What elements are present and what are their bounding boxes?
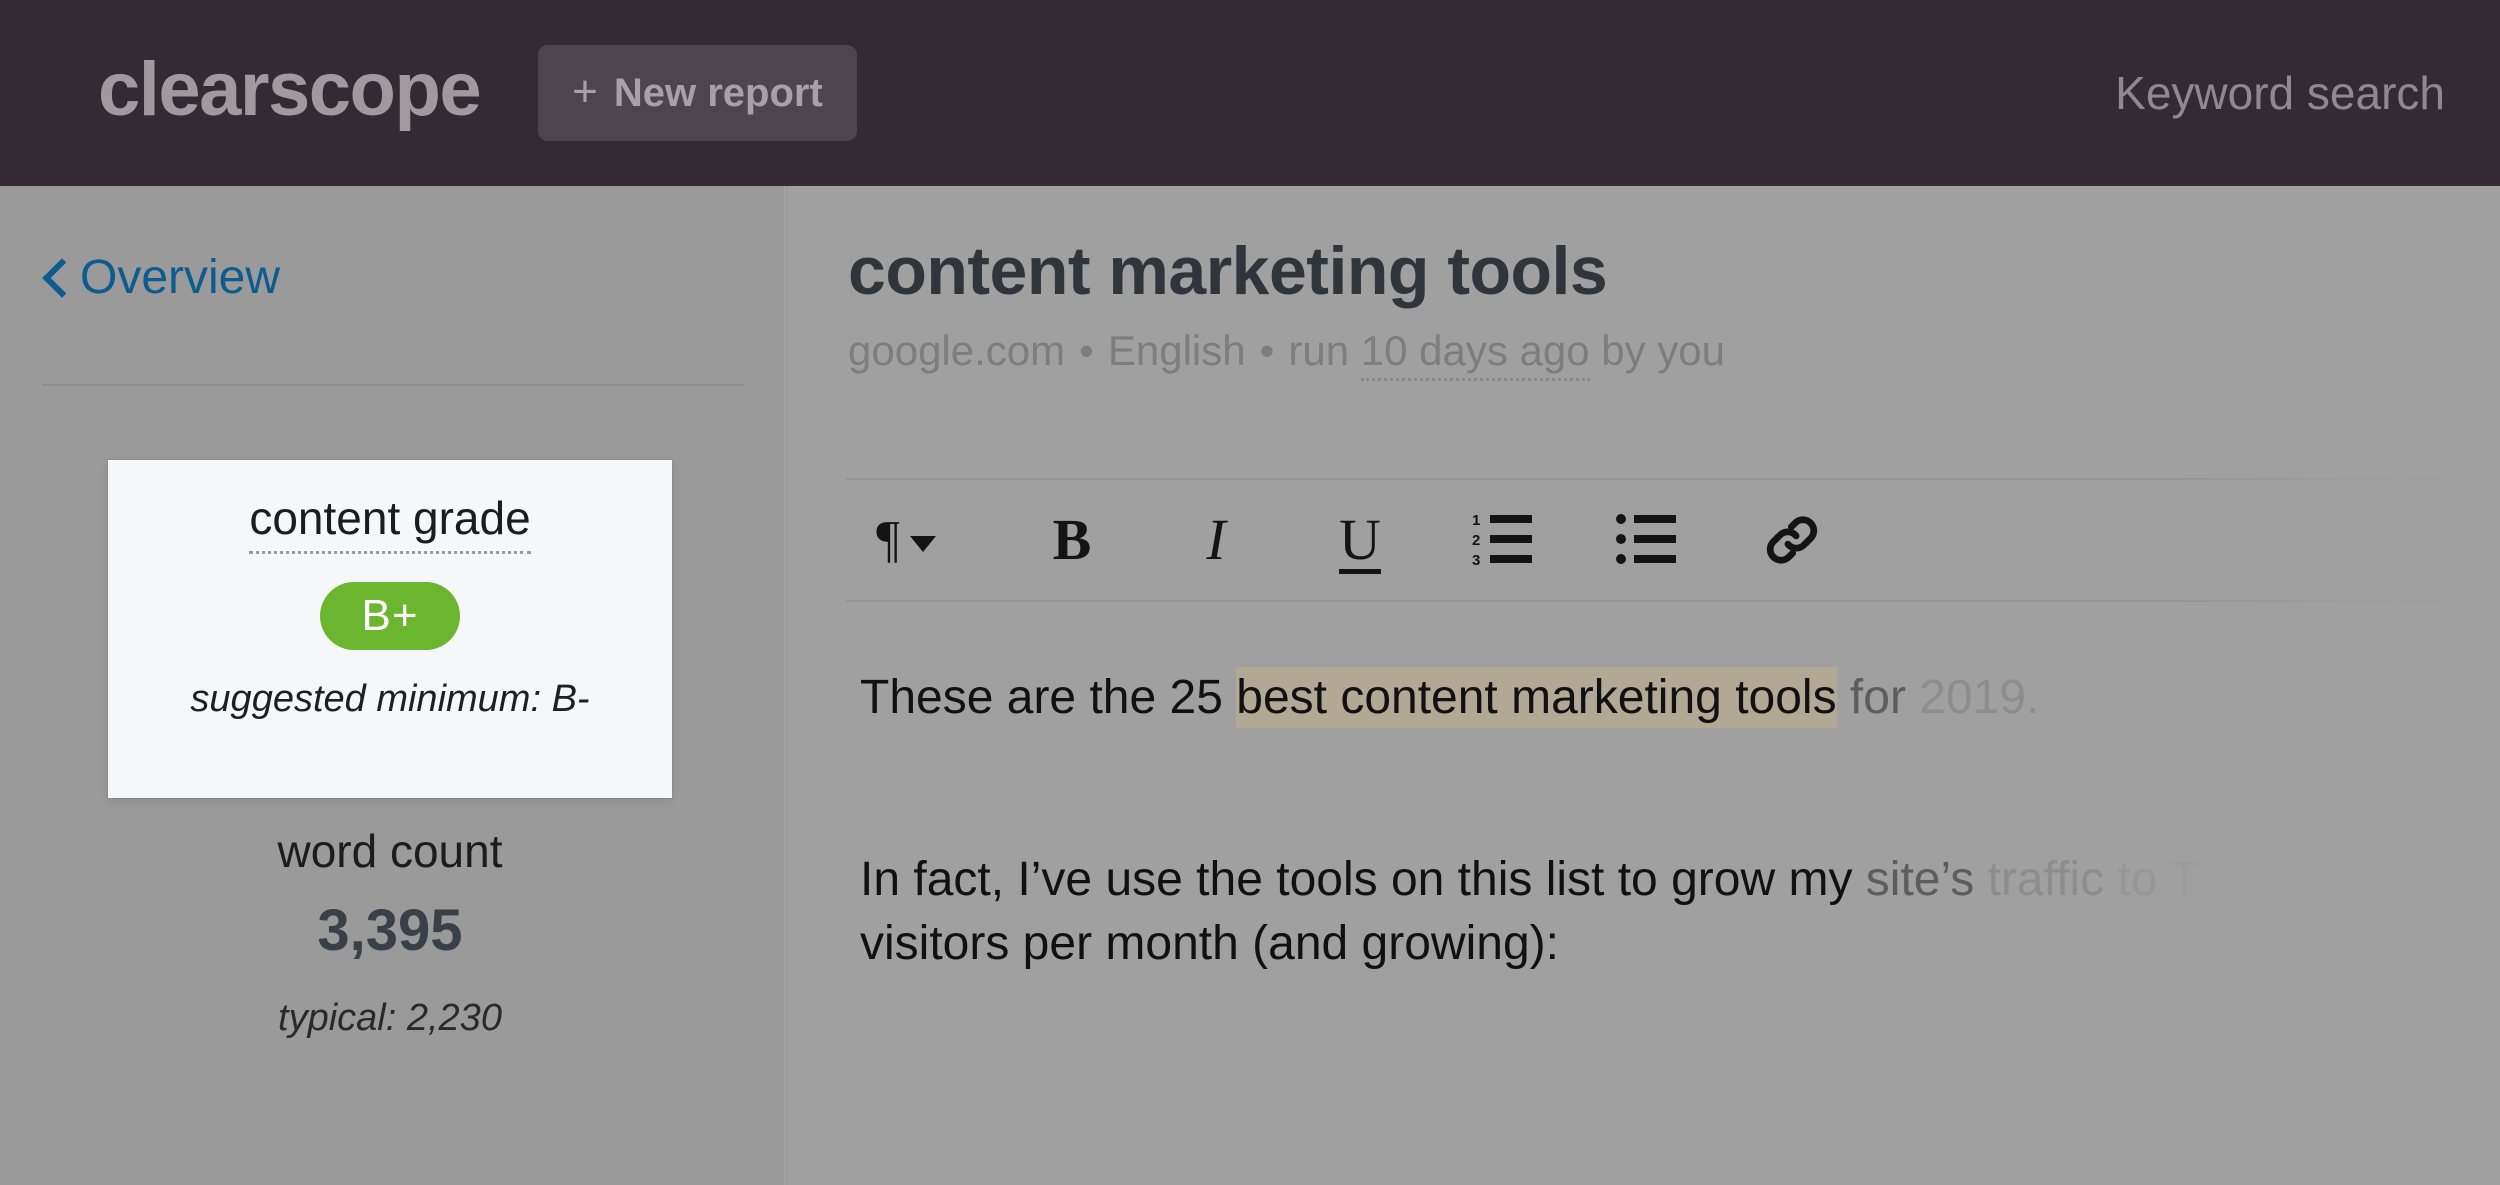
meta-separator-1: •	[1079, 326, 1094, 374]
paragraph-style-button[interactable]: ¶	[846, 494, 966, 586]
new-report-label: New report	[613, 71, 823, 115]
paragraph-2-c: traffic	[1987, 852, 2118, 906]
new-report-button[interactable]: + New report	[538, 45, 857, 141]
clearscope-logo[interactable]: clearscope	[98, 52, 482, 128]
word-count-block: word count 3,395 typical: 2,230	[108, 826, 672, 1040]
paragraph-2-a: In fact, I’ve use the tools on this list…	[860, 852, 1866, 906]
sidebar-divider	[42, 384, 744, 386]
meta-run-suffix: by you	[1601, 326, 1725, 374]
paragraph-2-e: T	[2169, 852, 2200, 906]
app-root: clearscope + New report Keyword search O…	[0, 0, 2500, 1185]
paragraph-1[interactable]: These are the 25 best content marketing …	[860, 666, 2500, 730]
svg-text:1: 1	[1472, 512, 1480, 529]
meta-separator-2: •	[1259, 326, 1275, 374]
italic-button[interactable]: I	[1170, 494, 1262, 586]
underline-button[interactable]: U	[1314, 494, 1406, 586]
toolbar-divider	[846, 600, 2444, 602]
page-title: content marketing tools	[848, 233, 1608, 309]
paragraph-1-after-b: 2019.	[1919, 671, 2040, 724]
plus-icon: +	[572, 66, 598, 116]
paragraph-2[interactable]: In fact, I’ve use the tools on this list…	[860, 848, 2420, 976]
bold-button[interactable]: B	[1026, 494, 1118, 586]
top-navigation-bar: clearscope + New report Keyword search	[0, 0, 2500, 186]
body-area: Overview content grade B+ suggested mini…	[0, 186, 2500, 1185]
header-divider	[846, 478, 2444, 480]
paragraph-mark-icon: ¶	[876, 511, 900, 568]
keyword-highlight: best content marketing tools	[1236, 667, 1837, 728]
back-to-overview-link[interactable]: Overview	[40, 254, 280, 302]
meta-run-age[interactable]: 10 days ago	[1360, 327, 1590, 382]
content-grade-badge: B+	[320, 581, 460, 650]
word-count-title: word count	[277, 825, 503, 877]
link-icon	[1766, 516, 1818, 564]
numbered-list-button[interactable]: 1 2 3	[1458, 494, 1550, 586]
insert-link-button[interactable]	[1746, 494, 1838, 586]
meta-source: google.com	[848, 326, 1066, 374]
svg-text:2: 2	[1472, 532, 1480, 549]
paragraph-1-before: These are the 25	[860, 671, 1237, 724]
chevron-left-icon	[40, 258, 66, 298]
overview-label: Overview	[80, 251, 281, 304]
word-count-value: 3,395	[317, 897, 463, 963]
content-grade-card: content grade B+ suggested minimum: B-	[108, 460, 672, 798]
sidebar: Overview content grade B+ suggested mini…	[0, 186, 786, 1185]
editor-toolbar: ¶ B I U 1 2 3	[846, 482, 2444, 598]
paragraph-2-b: site’s	[1865, 852, 1988, 906]
italic-icon: I	[1206, 507, 1226, 572]
bulleted-list-icon	[1616, 514, 1676, 564]
chevron-down-icon	[909, 536, 936, 552]
document-editor-body[interactable]: These are the 25 best content marketing …	[860, 636, 2500, 1176]
numbered-list-icon: 1 2 3	[1472, 512, 1532, 569]
paragraph-1-after-a: for	[1836, 671, 1920, 724]
paragraph-2-d: to	[2117, 852, 2170, 906]
content-grade-suggested-minimum: suggested minimum: B-	[190, 677, 590, 720]
document-header: content marketing tools google.com • Eng…	[848, 233, 2438, 382]
document-meta: google.com • English • run 10 days ago b…	[848, 326, 2438, 382]
word-count-typical: typical: 2,230	[278, 997, 502, 1040]
bold-icon: B	[1052, 507, 1092, 572]
bulleted-list-button[interactable]	[1602, 494, 1694, 586]
keyword-search-link[interactable]: Keyword search	[2115, 70, 2445, 116]
meta-language: English	[1107, 326, 1246, 374]
content-grade-title[interactable]: content grade	[249, 492, 531, 554]
meta-run-prefix: run	[1288, 326, 1350, 374]
paragraph-2-line-2: visitors per month (and growing):	[860, 916, 1559, 970]
underline-icon: U	[1339, 507, 1381, 572]
svg-text:3: 3	[1472, 552, 1480, 569]
main-panel: content marketing tools google.com • Eng…	[788, 186, 2500, 1185]
